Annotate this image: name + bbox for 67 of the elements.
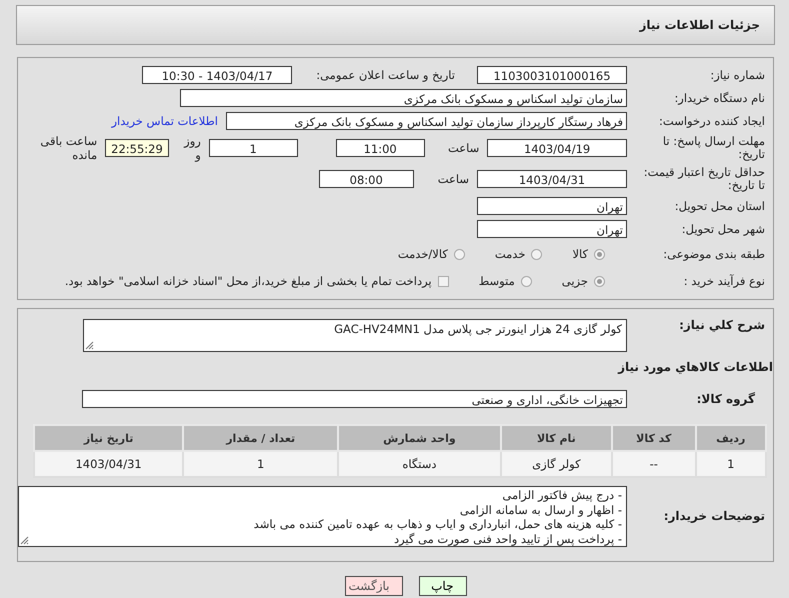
radio-button[interactable] <box>454 248 465 260</box>
checkbox[interactable] <box>438 276 449 286</box>
page-title: جزئیات اطلاعات نیاز <box>639 18 760 32</box>
column-header: واحد شمارش <box>338 425 501 451</box>
table-cell: 1 <box>696 451 766 477</box>
field-label: روز و <box>182 134 201 162</box>
checkbox-label: پرداخت تمام یا بخشی از مبلغ خرید،از محل "اسناد خزانه اسلامی" خواهد بود. <box>64 274 432 288</box>
field-value: 1403/04/19 <box>487 139 627 157</box>
description-field[interactable]: کولر گازی 24 هزار اینورتر جی پلاس مدل GAC-HV24MN1 <box>83 319 627 352</box>
table-cell: کولر گازی <box>500 451 612 477</box>
field-value: 1103003101000165 <box>477 66 627 84</box>
field-label: ساعت <box>438 172 469 186</box>
field-value: تهران <box>477 197 627 215</box>
field-label: نوع فرآیند خرید : <box>682 274 766 288</box>
note-line: - کلیه هزینه های حمل، انبارداری و ایاب و ذهاب به عهده تامین کننده می باشد <box>254 517 622 532</box>
field-value: 08:00 <box>318 170 414 188</box>
field-label: ساعت <box>448 141 480 155</box>
radio-label: خدمت <box>494 247 526 261</box>
column-header: ردیف <box>696 425 766 451</box>
field-label: ساعت باقی مانده <box>39 134 98 162</box>
field-value: 22:55:29 <box>105 139 169 157</box>
field-value: سازمان تولید اسکناس و مسکوک بانک مرکزی <box>180 89 627 107</box>
field-label: شهر محل تحویل: <box>680 222 766 236</box>
field-label: مهلت ارسال پاسخ: تا تاریخ: <box>662 135 766 161</box>
back-button[interactable]: بازگشت <box>344 576 402 596</box>
section-heading: اطلاعات کالاهاي مورد نياز <box>618 360 773 374</box>
field-label: توضیحات خریدار: <box>662 510 766 523</box>
radio-button[interactable] <box>594 248 605 260</box>
field-label: شماره نیاز: <box>709 68 766 82</box>
field-value: فرهاد رستگار کارپرداز سازمان تولید اسکناس و مسکوک بانک مرکزی <box>226 112 627 130</box>
table-cell: 1403/04/31 <box>34 451 184 477</box>
radio-label: جزیی <box>562 274 588 288</box>
note-line: - درج پیش فاکتور الزامی <box>502 488 622 502</box>
field-label: استان محل تحویل: <box>674 200 766 212</box>
radio-button[interactable] <box>531 248 542 260</box>
field-label: حداقل تاریخ اعتبار قیمت: تا تاریخ: <box>642 166 766 192</box>
field-value: 1 <box>208 139 298 157</box>
field-label: نام دستگاه خریدار: <box>673 92 766 104</box>
resize-grip-icon[interactable] <box>20 536 29 545</box>
radio-label: متوسط <box>478 274 515 288</box>
table-cell: 1 <box>183 451 338 477</box>
field-value: 1403/04/31 <box>477 170 627 188</box>
resize-grip-icon[interactable] <box>85 341 94 350</box>
field-label: گروه کالا: <box>696 392 756 406</box>
column-header: نام کالا <box>500 425 612 451</box>
buyer-notes-field[interactable]: - درج پیش فاکتور الزامی - اظهار و ارسال به سامانه الزامی - کلیه هزینه های حمل، انبارداری و ایاب و ذهاب به عهده تامین کننده می باشد - پرداخت پس از تایید واحد فنی صورت می گیرد <box>18 486 627 547</box>
column-header: تاریخ نیاز <box>34 425 184 451</box>
field-value: 1403/04/17 - 10:30 <box>142 66 292 84</box>
print-button[interactable]: چاپ <box>418 576 466 596</box>
note-line: - اظهار و ارسال به سامانه الزامی <box>460 502 622 517</box>
field-value: 11:00 <box>336 139 425 157</box>
buyer-contact-link[interactable]: اطلاعات تماس خریدار <box>111 114 218 128</box>
field-label: شرح کلي نياز: <box>678 319 766 332</box>
field-value: تجهیزات خانگی، اداری و صنعتی <box>82 390 627 408</box>
radio-button[interactable] <box>520 276 532 286</box>
field-label: ایجاد کننده درخواست: <box>658 114 766 128</box>
radio-button[interactable] <box>594 276 605 286</box>
field-label: تاریخ و ساعت اعلان عمومی: <box>316 68 455 82</box>
column-header: کد کالا <box>612 425 696 451</box>
table-cell: -- <box>612 451 696 477</box>
field-label: طبقه بندی موضوعی: <box>662 248 766 260</box>
field-value: تهران <box>477 220 627 238</box>
table-cell: دستگاه <box>338 451 501 477</box>
column-header: تعداد / مقدار <box>183 425 338 451</box>
radio-label: کالا/خدمت <box>398 247 448 261</box>
note-line: - پرداخت پس از تایید واحد فنی صورت می گیرد <box>394 532 622 546</box>
radio-label: کالا <box>572 247 588 261</box>
